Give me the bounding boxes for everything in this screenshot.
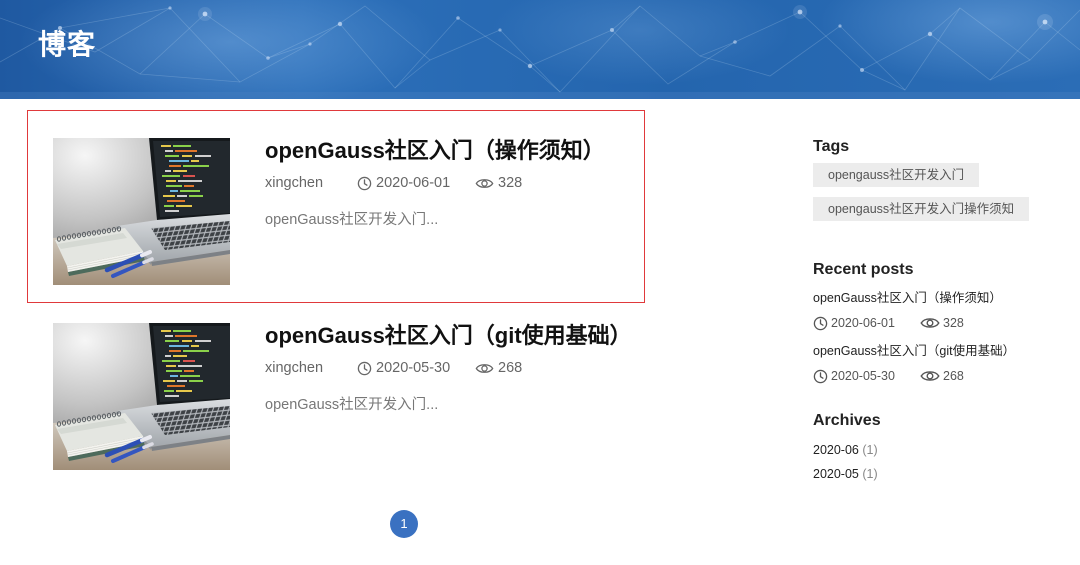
recent-post-meta: 2020-06-01 328 <box>813 315 1013 331</box>
laptop-desk-photo[interactable] <box>53 323 230 470</box>
recent-post-views-count: 268 <box>943 369 964 383</box>
pagination-page-button[interactable]: 1 <box>390 510 418 538</box>
post-date: 2020-06-01 <box>357 174 450 192</box>
laptop-desk-photo[interactable] <box>53 138 230 285</box>
post-date: 2020-05-30 <box>357 359 450 377</box>
recent-post-date-text: 2020-05-30 <box>831 369 895 383</box>
recent-post-date-text: 2020-06-01 <box>831 316 895 330</box>
post-title-link[interactable]: openGauss社区入门（操作须知） <box>265 138 605 164</box>
post-thumbnail[interactable] <box>53 138 230 285</box>
recent-post-date: 2020-06-01 <box>813 315 895 331</box>
post-author: xingchen <box>265 175 324 191</box>
eye-icon <box>920 316 940 330</box>
archive-count: (1) <box>862 467 878 481</box>
recent-post-link[interactable]: openGauss社区入门（操作须知） <box>813 290 1002 306</box>
recent-post-meta: 2020-05-30 268 <box>813 368 1013 384</box>
tags-heading: Tags <box>813 138 850 155</box>
archive-count: (1) <box>862 443 878 457</box>
post-date-text: 2020-05-30 <box>376 360 451 376</box>
recent-post-views-count: 328 <box>943 316 964 330</box>
eye-icon <box>475 177 494 190</box>
eye-icon <box>475 362 494 375</box>
archive-month: 2020-06 <box>813 443 859 457</box>
tag-chip[interactable]: opengauss社区开发入门操作须知 <box>813 197 1030 221</box>
tag-chip[interactable]: opengauss社区开发入门 <box>813 163 980 187</box>
clock-icon <box>813 369 828 384</box>
recent-post-views: 268 <box>920 368 964 384</box>
recent-posts-heading: Recent posts <box>813 261 914 278</box>
post-views: 268 <box>475 359 522 377</box>
post-author: xingchen <box>265 360 324 376</box>
archives-heading: Archives <box>813 412 881 429</box>
post-thumbnail[interactable] <box>53 323 230 470</box>
post-views: 328 <box>475 174 522 192</box>
clock-icon <box>357 176 372 191</box>
post-views-count: 268 <box>498 360 523 376</box>
clock-icon <box>357 361 372 376</box>
archive-link[interactable]: 2020-05 (1) <box>813 466 878 482</box>
recent-post-views: 328 <box>920 315 964 331</box>
site-title[interactable]: 博客 <box>38 29 96 61</box>
post-card: openGauss社区入门（git使用基础） xingchen 2020-05-… <box>27 295 645 488</box>
post-date-text: 2020-06-01 <box>376 175 451 191</box>
eye-icon <box>920 369 940 383</box>
archive-month: 2020-05 <box>813 467 859 481</box>
recent-post-date: 2020-05-30 <box>813 368 895 384</box>
post-excerpt: openGauss社区开发入门... <box>265 397 439 413</box>
post-title-link[interactable]: openGauss社区入门（git使用基础） <box>265 323 632 349</box>
archive-link[interactable]: 2020-06 (1) <box>813 442 878 458</box>
post-excerpt: openGauss社区开发入门... <box>265 212 439 228</box>
sidebar: Tags opengauss社区开发入门 opengauss社区开发入门操作须知… <box>813 0 1075 565</box>
clock-icon <box>813 316 828 331</box>
recent-post-link[interactable]: openGauss社区入门（git使用基础） <box>813 343 1015 359</box>
post-card: openGauss社区入门（操作须知） xingchen 2020-06-01 … <box>27 110 645 303</box>
post-views-count: 328 <box>498 175 523 191</box>
